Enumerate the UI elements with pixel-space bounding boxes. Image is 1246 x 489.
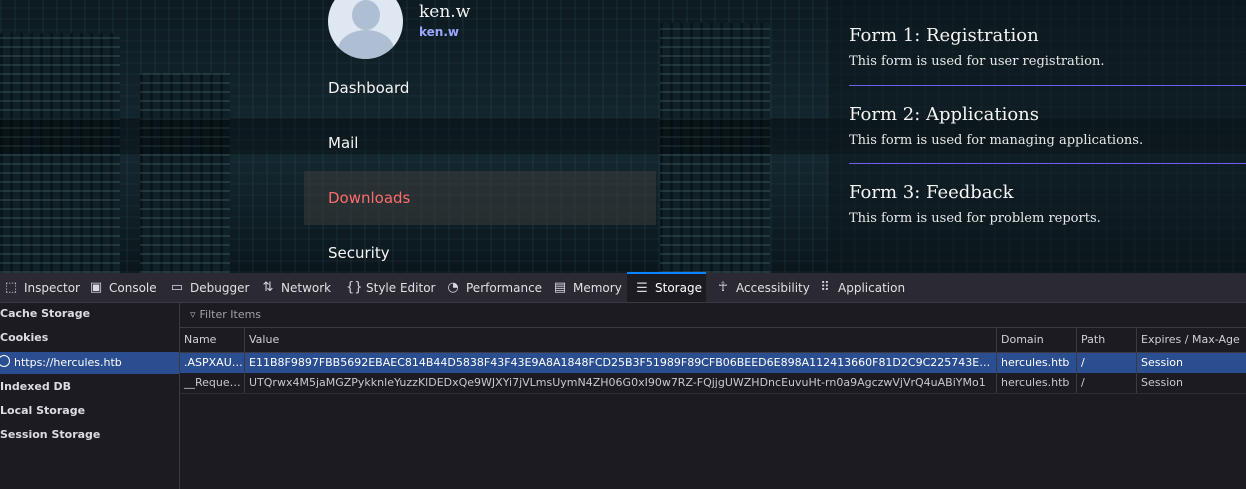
tab-label: Network <box>281 280 332 295</box>
tab-storage[interactable]: ☰ Storage <box>627 272 706 302</box>
tab-label: Accessibility <box>736 280 810 295</box>
form-description: This form is used for managing applicati… <box>849 133 1144 148</box>
cell-expires: Session <box>1136 353 1246 373</box>
tab-label: Performance <box>466 280 543 295</box>
console-icon: ▣ <box>89 280 103 295</box>
memory-icon: ▤ <box>553 280 567 295</box>
globe-icon <box>0 355 10 367</box>
forms-panel: Form 1: Registration This form is used f… <box>829 0 1246 273</box>
sidebar-item-hercules-cookies[interactable]: https://hercules.htb <box>0 352 179 374</box>
accessibility-icon: ☥ <box>718 280 728 295</box>
cell-name: .ASPXAU… <box>184 356 243 369</box>
sidebar-item-cache-storage[interactable]: Cache Storage <box>0 303 179 325</box>
table-header: Name Value Domain Path Expires / Max-Age <box>180 328 1246 353</box>
form-description: This form is used for user registration. <box>849 54 1105 69</box>
background-building <box>140 73 230 273</box>
form-card-applications[interactable]: Form 2: Applications This form is used f… <box>849 104 1246 148</box>
performance-icon: ◔ <box>447 280 459 295</box>
devtools-panel: ⬚ Inspector ▣ Console ▭ Debugger ⇅ Netwo… <box>0 272 1246 489</box>
tab-label: Application <box>838 280 906 295</box>
storage-icon: ☰ <box>636 280 648 296</box>
tab-label: Inspector <box>24 280 80 295</box>
form-title: Form 1: Registration <box>849 25 1039 46</box>
tab-style-editor[interactable]: {} Style Editor <box>346 273 435 302</box>
form-divider <box>849 85 1246 86</box>
sidebar-item-session-storage[interactable]: Session Storage <box>0 424 179 446</box>
sidebar-item-cookies[interactable]: Cookies <box>0 327 179 349</box>
column-header-name[interactable]: Name <box>180 328 244 352</box>
sidebar-item-label: https://hercules.htb <box>14 356 122 369</box>
cell-name: __Reque… <box>184 376 241 389</box>
nav-item-downloads[interactable]: Downloads <box>328 189 410 207</box>
tab-debugger[interactable]: ▭ Debugger <box>170 273 250 302</box>
form-description: This form is used for problem reports. <box>849 211 1101 226</box>
cell-domain: hercules.htb <box>996 373 1076 393</box>
table-row[interactable]: .ASPXAU… E11B8F9897FBB5692EBAEC814B44D58… <box>180 353 1246 373</box>
storage-sidebar: Cache Storage Cookies https://hercules.h… <box>0 303 180 489</box>
filter-input[interactable]: Filter Items <box>200 308 262 321</box>
table-row[interactable]: __Reque… UTQrwx4M5jaMGZPykknleYuzzKlDEDx… <box>180 373 1246 394</box>
style-editor-icon: {} <box>346 280 363 295</box>
cell-domain: hercules.htb <box>996 353 1076 373</box>
debugger-icon: ▭ <box>170 280 184 295</box>
network-icon: ⇅ <box>262 280 274 295</box>
form-card-registration[interactable]: Form 1: Registration This form is used f… <box>849 25 1246 69</box>
profile-name: ken.w <box>419 2 471 22</box>
tab-application[interactable]: ⠿ Application <box>818 273 905 302</box>
cell-expires: Session <box>1136 373 1246 393</box>
tab-inspector[interactable]: ⬚ Inspector <box>4 273 80 302</box>
form-title: Form 2: Applications <box>849 104 1040 125</box>
cell-value: UTQrwx4M5jaMGZPykknleYuzzKlDEDxQe9WJXYi7… <box>244 373 996 393</box>
application-icon: ⠿ <box>820 280 830 295</box>
tab-label: Memory <box>573 280 622 295</box>
column-header-domain[interactable]: Domain <box>996 328 1076 352</box>
filter-icon: ▿ <box>190 308 196 321</box>
tab-label: Console <box>109 280 157 295</box>
tab-label: Storage <box>655 281 702 295</box>
column-header-path[interactable]: Path <box>1076 328 1136 352</box>
form-divider <box>849 163 1246 164</box>
profile-handle[interactable]: ken.w <box>419 25 459 39</box>
filter-bar[interactable]: ▿ Filter Items <box>180 303 1246 328</box>
nav-item-security[interactable]: Security <box>328 244 390 262</box>
sidebar-item-indexed-db[interactable]: Indexed DB <box>0 376 179 398</box>
nav-item-dashboard[interactable]: Dashboard <box>328 79 409 97</box>
tab-performance[interactable]: ◔ Performance <box>446 273 542 302</box>
cell-path: / <box>1076 353 1136 373</box>
avatar <box>328 0 403 59</box>
devtools-tabbar: ⬚ Inspector ▣ Console ▭ Debugger ⇅ Netwo… <box>0 272 1246 303</box>
tab-console[interactable]: ▣ Console <box>89 273 157 302</box>
sidebar-item-local-storage[interactable]: Local Storage <box>0 400 179 422</box>
cell-path: / <box>1076 373 1136 393</box>
tab-network[interactable]: ⇅ Network <box>261 273 332 302</box>
cell-value: E11B8F9897FBB5692EBAEC814B44D5838F43F43E… <box>244 353 996 373</box>
column-header-expires[interactable]: Expires / Max-Age <box>1136 328 1246 352</box>
form-card-feedback[interactable]: Form 3: Feedback This form is used for p… <box>849 182 1246 226</box>
tab-label: Debugger <box>190 280 250 295</box>
tab-label: Style Editor <box>366 280 436 295</box>
form-title: Form 3: Feedback <box>849 182 1014 203</box>
tab-accessibility[interactable]: ☥ Accessibility <box>716 273 810 302</box>
nav-item-mail[interactable]: Mail <box>328 134 358 152</box>
page-viewport: ken.w ken.w Dashboard Mail Downloads Sec… <box>0 0 1246 273</box>
inspector-icon: ⬚ <box>4 280 18 295</box>
column-header-value[interactable]: Value <box>244 328 996 352</box>
tab-memory[interactable]: ▤ Memory <box>553 273 622 302</box>
